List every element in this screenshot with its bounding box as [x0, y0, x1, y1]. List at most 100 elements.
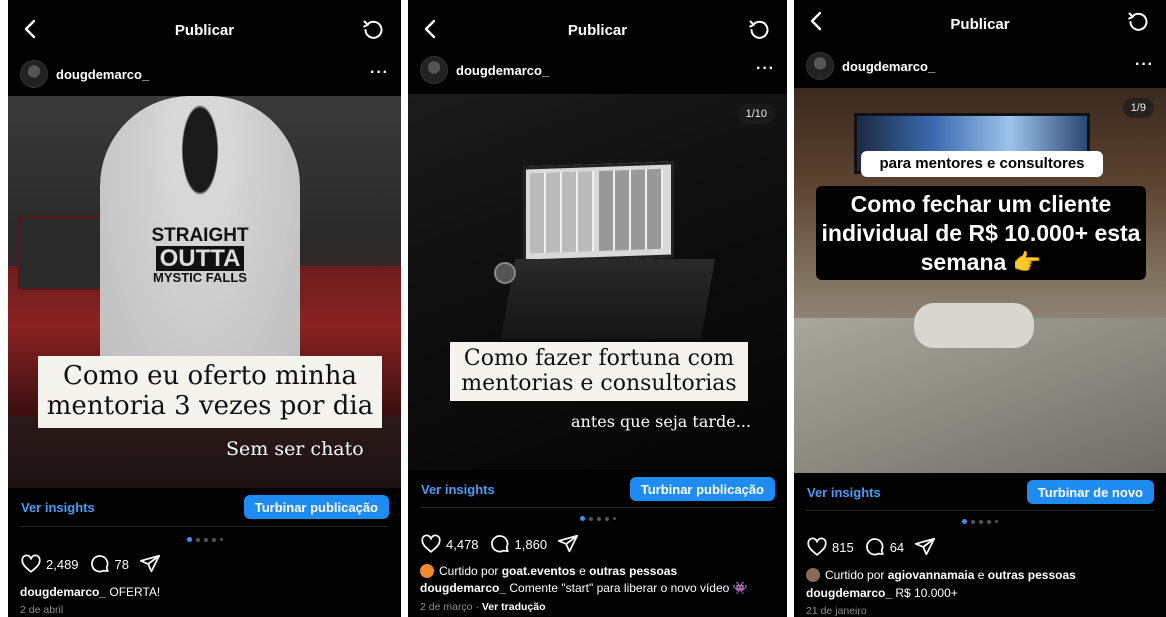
post-date: 2 de abril [20, 604, 64, 616]
post-header: dougdemarco_ ··· [8, 56, 401, 96]
post-preview-3: Publicar dougdemarco_ ··· 1/9 para mento… [794, 0, 1166, 617]
dot [612, 517, 616, 520]
username[interactable]: dougdemarco_ [842, 59, 935, 74]
likes-count: 2,489 [46, 556, 79, 572]
overlay-tag: para mentores e consultores [861, 151, 1103, 177]
caption-text: Comente "start" para liberar o novo víde… [509, 581, 748, 595]
dot [979, 519, 983, 524]
comments-count: 64 [889, 539, 905, 555]
insights-link[interactable]: Ver insights [21, 500, 95, 515]
dot [596, 516, 601, 521]
liked-conjunction: e [579, 564, 586, 578]
liked-others[interactable]: outras pessoas [589, 564, 677, 578]
avatar[interactable] [420, 56, 448, 84]
overlay-title: Como fechar um cliente individual de R$ … [816, 186, 1146, 281]
heart-icon[interactable] [806, 536, 828, 558]
comments-count: 78 [114, 556, 130, 572]
likes-count: 815 [832, 539, 854, 555]
date-separator: · [475, 601, 479, 613]
comment-icon[interactable] [89, 553, 111, 575]
post-image[interactable]: 1/9 para mentores e consultores Como fec… [794, 88, 1166, 473]
carousel-counter: 1/10 [737, 104, 775, 124]
post-preview-2: Publicar dougdemarco_ ··· 1/10 Como faze… [408, 0, 787, 617]
dot [579, 516, 585, 521]
caption: dougdemarco_ Comente "start" para libera… [420, 581, 777, 595]
top-bar: Publicar [8, 4, 401, 60]
dot [995, 520, 998, 523]
caption-username[interactable]: dougdemarco_ [420, 581, 506, 595]
username[interactable]: dougdemarco_ [456, 63, 549, 78]
liker-username[interactable]: goat.eventos [502, 564, 576, 578]
caption-username[interactable]: dougdemarco_ [20, 585, 106, 599]
action-bar: 4,478 1,860 [420, 532, 579, 556]
overlay-title: Como fazer fortuna com mentorias e consu… [450, 342, 748, 401]
share-icon[interactable] [914, 536, 936, 558]
dot [203, 537, 208, 542]
likes-count: 4,478 [446, 536, 479, 552]
insights-link[interactable]: Ver insights [807, 485, 881, 500]
heart-icon[interactable] [420, 533, 442, 555]
liked-by: Curtido por agiovannamaia e outras pesso… [806, 568, 1156, 582]
post-date-row: 2 de março · Ver tradução [420, 601, 546, 613]
page-title: Publicar [567, 22, 628, 39]
overlay-subtitle: antes que seja tarde... [571, 412, 751, 431]
liked-prefix: Curtido por [825, 568, 885, 582]
divider [806, 510, 1154, 511]
carousel-counter: 1/9 [1122, 98, 1154, 118]
refresh-icon[interactable] [747, 17, 771, 41]
laptop-keyboard [500, 259, 716, 339]
dot [211, 537, 216, 542]
comment-icon[interactable] [489, 533, 511, 555]
translate-link[interactable]: Ver tradução [482, 601, 546, 613]
refresh-icon[interactable] [1126, 9, 1150, 33]
dot [962, 519, 967, 524]
liked-others[interactable]: outras pessoas [988, 568, 1076, 582]
username[interactable]: dougdemarco_ [56, 67, 149, 82]
dot [604, 516, 609, 521]
caption: dougdemarco_ OFERTA! [20, 585, 391, 599]
caption-text: OFERTA! [109, 585, 161, 599]
screen-grid [530, 171, 594, 254]
liker-avatar[interactable] [806, 568, 820, 582]
post-header: dougdemarco_ ··· [794, 47, 1166, 87]
liked-conjunction: e [977, 568, 985, 582]
post-image[interactable]: 1/10 Como fazer fortuna com mentorias e … [408, 94, 787, 470]
more-icon[interactable]: ··· [1135, 56, 1154, 74]
divider [420, 507, 775, 508]
page-title: Publicar [950, 16, 1010, 33]
post-header: dougdemarco_ ··· [408, 52, 787, 92]
dot [588, 516, 593, 521]
boost-button[interactable]: Turbinar publicação [243, 495, 389, 519]
post-image[interactable]: STRAIGHT OUTTA MYSTIC FALLS Como eu ofer… [8, 96, 401, 488]
caption-text: R$ 10.000+ [895, 586, 958, 600]
comment-icon[interactable] [864, 536, 886, 558]
post-date: 21 de janeiro [806, 605, 867, 617]
heart-icon[interactable] [20, 553, 42, 575]
share-icon[interactable] [557, 533, 579, 555]
liker-username[interactable]: agiovannamaia [888, 568, 975, 582]
laptop-screen [523, 161, 674, 263]
carousel-dots [8, 537, 401, 542]
avatar[interactable] [20, 60, 48, 88]
more-icon[interactable]: ··· [756, 60, 775, 78]
boost-button[interactable]: Turbinar de novo [1026, 480, 1154, 504]
more-icon[interactable]: ··· [370, 64, 389, 82]
sneaker [914, 303, 1034, 348]
insights-link[interactable]: Ver insights [421, 482, 495, 497]
caption-username[interactable]: dougdemarco_ [806, 586, 892, 600]
screen-grid [599, 168, 663, 251]
car-window [18, 216, 102, 290]
liked-prefix: Curtido por [439, 564, 499, 578]
action-bar: 2,489 78 [20, 552, 161, 576]
refresh-icon[interactable] [361, 17, 385, 41]
dot [195, 537, 200, 542]
page-title: Publicar [174, 22, 235, 39]
boost-button[interactable]: Turbinar publicação [629, 477, 775, 501]
watch [494, 262, 516, 284]
dot [987, 519, 991, 524]
liker-avatar[interactable] [420, 564, 434, 578]
share-icon[interactable] [139, 553, 161, 575]
carousel-dots [408, 516, 787, 521]
avatar[interactable] [806, 52, 834, 80]
divider [20, 526, 389, 527]
